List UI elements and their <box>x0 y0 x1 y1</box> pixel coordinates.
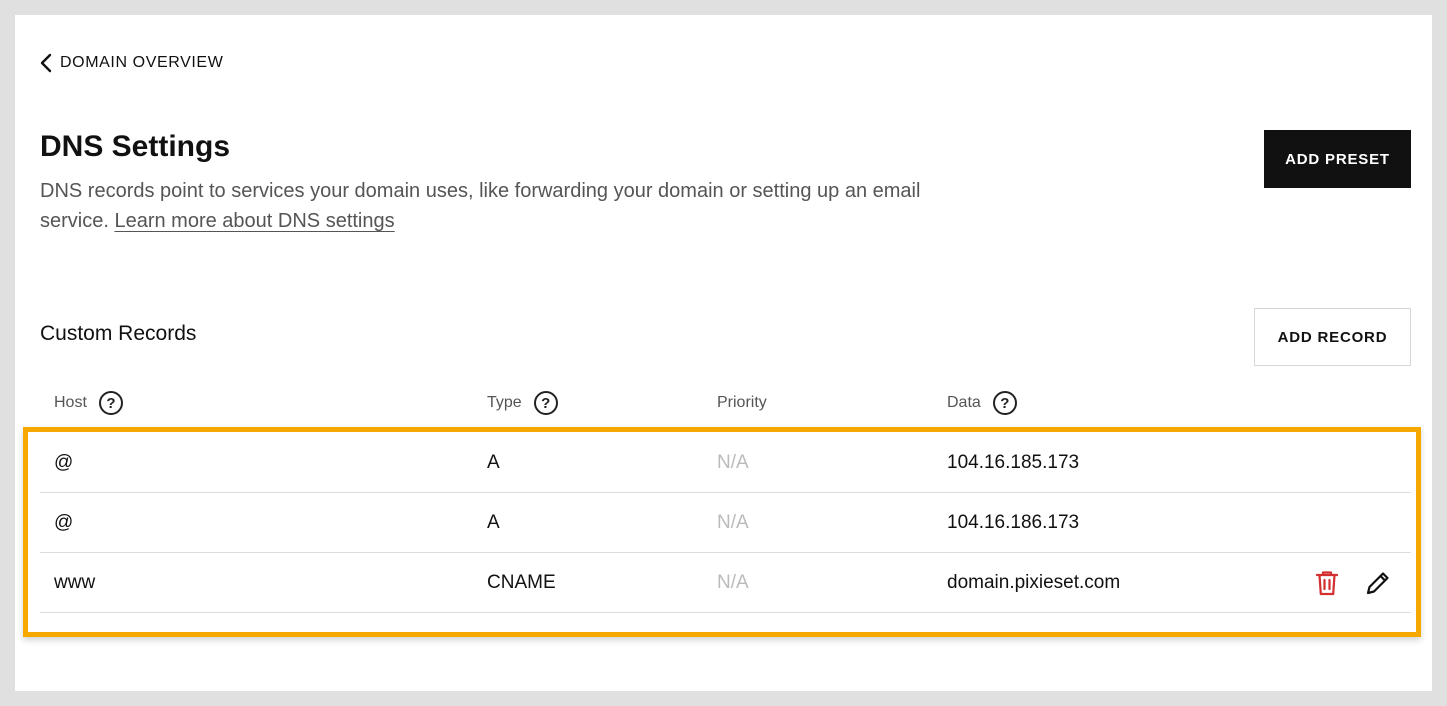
dns-settings-panel: DOMAIN OVERVIEW DNS Settings DNS records… <box>15 15 1432 691</box>
records-table-header: Host ? Type ? Priority Data ? <box>40 387 1411 419</box>
column-header-type: Type ? <box>487 387 558 419</box>
help-icon[interactable]: ? <box>533 391 558 415</box>
column-label-data: Data <box>947 394 981 411</box>
help-icon[interactable]: ? <box>992 391 1017 415</box>
chevron-left-icon <box>40 53 52 73</box>
column-label-priority: Priority <box>717 394 767 411</box>
column-label-host: Host <box>54 394 87 411</box>
page-title: DNS Settings <box>40 130 231 163</box>
back-to-domain-overview-link[interactable]: DOMAIN OVERVIEW <box>40 53 223 73</box>
records-highlight-frame <box>23 427 1421 637</box>
page-description: DNS records point to services your domai… <box>40 176 940 236</box>
back-link-label: DOMAIN OVERVIEW <box>60 54 224 71</box>
column-header-priority: Priority <box>717 387 767 419</box>
column-label-type: Type <box>487 394 522 411</box>
add-record-button[interactable]: ADD RECORD <box>1254 308 1411 366</box>
help-icon[interactable]: ? <box>98 391 123 415</box>
custom-records-title: Custom Records <box>40 322 197 345</box>
learn-more-dns-link[interactable]: Learn more about DNS settings <box>114 210 394 232</box>
column-header-host: Host ? <box>54 387 123 419</box>
column-header-data: Data ? <box>947 387 1017 419</box>
add-preset-button[interactable]: ADD PRESET <box>1264 130 1411 188</box>
